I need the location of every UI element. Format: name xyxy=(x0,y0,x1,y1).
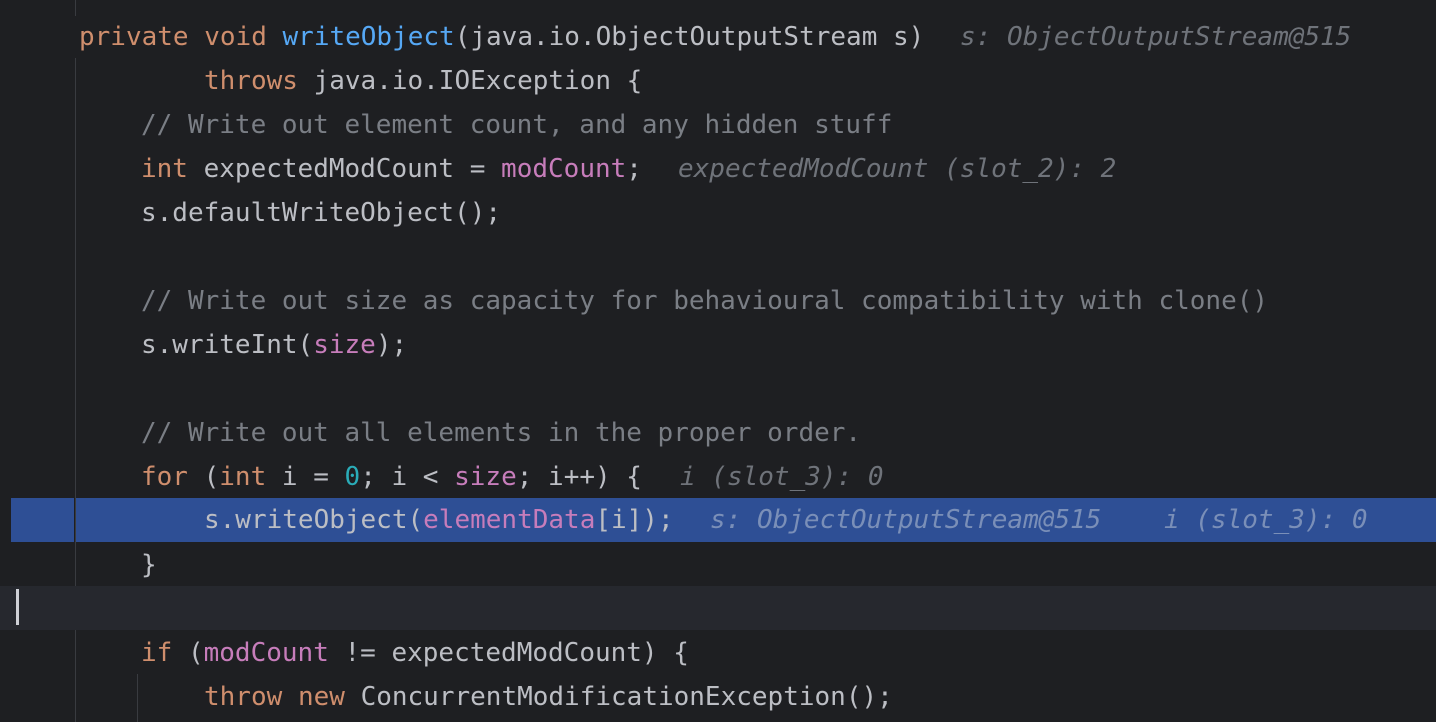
inline-debug-value: expectedModCount (slot_2): 2 xyxy=(678,154,1117,184)
inline-debug-value: s: ObjectOutputStream@515 xyxy=(710,505,1102,535)
method-params: (java.io.ObjectOutputStream s) xyxy=(454,22,925,52)
field-reference: elementData xyxy=(423,505,596,535)
keyword-throws: throws xyxy=(204,66,298,96)
statement: ConcurrentModificationException(); xyxy=(360,682,893,712)
statement: ; i < xyxy=(360,462,455,492)
code-comment: // Write out size as capacity for behavi… xyxy=(141,286,1269,316)
code-line[interactable]: if (modCount != expectedModCount) { xyxy=(0,631,1436,675)
code-line[interactable]: } xyxy=(0,543,1436,587)
current-line[interactable] xyxy=(0,586,1436,630)
statement: s.writeInt( xyxy=(141,330,314,360)
code-line[interactable]: // Write out all elements in the proper … xyxy=(0,411,1436,455)
statement: s.writeObject( xyxy=(204,505,424,535)
punctuation: ( xyxy=(187,462,220,492)
code-comment: // Write out all elements in the proper … xyxy=(141,418,862,448)
keyword-void: void xyxy=(204,22,267,52)
inline-debug-value: i (slot_3): 0 xyxy=(680,462,884,492)
closing-brace: } xyxy=(141,550,157,580)
statement: [i]); xyxy=(595,505,674,535)
inline-debug-value: s: ObjectOutputStream@515 xyxy=(960,22,1352,52)
code-line[interactable]: throw new ConcurrentModificationExceptio… xyxy=(0,675,1436,719)
field-reference: modCount xyxy=(501,154,627,184)
code-line[interactable]: // Write out element count, and any hidd… xyxy=(0,103,1436,147)
statement: s.defaultWriteObject(); xyxy=(141,198,502,228)
number-literal: 0 xyxy=(344,462,361,492)
execution-point-gutter xyxy=(11,498,74,542)
keyword-for: for xyxy=(141,462,188,492)
statement: ; i++) { xyxy=(516,462,642,492)
punctuation: ( xyxy=(172,638,204,668)
code-line[interactable]: throws java.io.IOException { xyxy=(0,59,1436,103)
code-line[interactable]: private void writeObject(java.io.ObjectO… xyxy=(0,15,1436,59)
indent-guide xyxy=(75,0,76,16)
statement: ); xyxy=(375,330,408,360)
variable-declaration: expectedModCount = xyxy=(203,154,502,184)
code-line[interactable]: int expectedModCount = modCount; expecte… xyxy=(0,147,1436,191)
keyword-new: new xyxy=(297,682,345,712)
code-line[interactable]: // Write out size as capacity for behavi… xyxy=(0,279,1436,323)
text-caret xyxy=(16,589,19,625)
code-line[interactable]: s.defaultWriteObject(); xyxy=(0,191,1436,235)
field-reference: size xyxy=(454,462,517,492)
code-line[interactable]: for (int i = 0; i < size; i++) { i (slot… xyxy=(0,455,1436,499)
keyword-private: private xyxy=(79,22,189,52)
statement: i = xyxy=(266,462,345,492)
field-reference: size xyxy=(313,330,376,360)
keyword-throw: throw xyxy=(204,682,283,712)
inline-debug-value: i (slot_3): 0 xyxy=(1164,505,1368,535)
keyword-int: int xyxy=(219,462,267,492)
code-editor[interactable]: private void writeObject(java.io.ObjectO… xyxy=(0,0,1436,722)
exception-type: java.io.IOException { xyxy=(313,66,643,96)
statement: != expectedModCount) { xyxy=(328,638,689,668)
code-comment: // Write out element count, and any hidd… xyxy=(141,110,893,140)
field-reference: modCount xyxy=(203,638,329,668)
method-name: writeObject xyxy=(282,22,455,52)
keyword-if: if xyxy=(141,638,173,668)
keyword-int: int xyxy=(141,154,188,184)
execution-line[interactable]: s.writeObject(elementData[i]); s: Object… xyxy=(76,498,1436,542)
code-line[interactable]: s.writeInt(size); xyxy=(0,323,1436,367)
semicolon: ; xyxy=(626,154,642,184)
